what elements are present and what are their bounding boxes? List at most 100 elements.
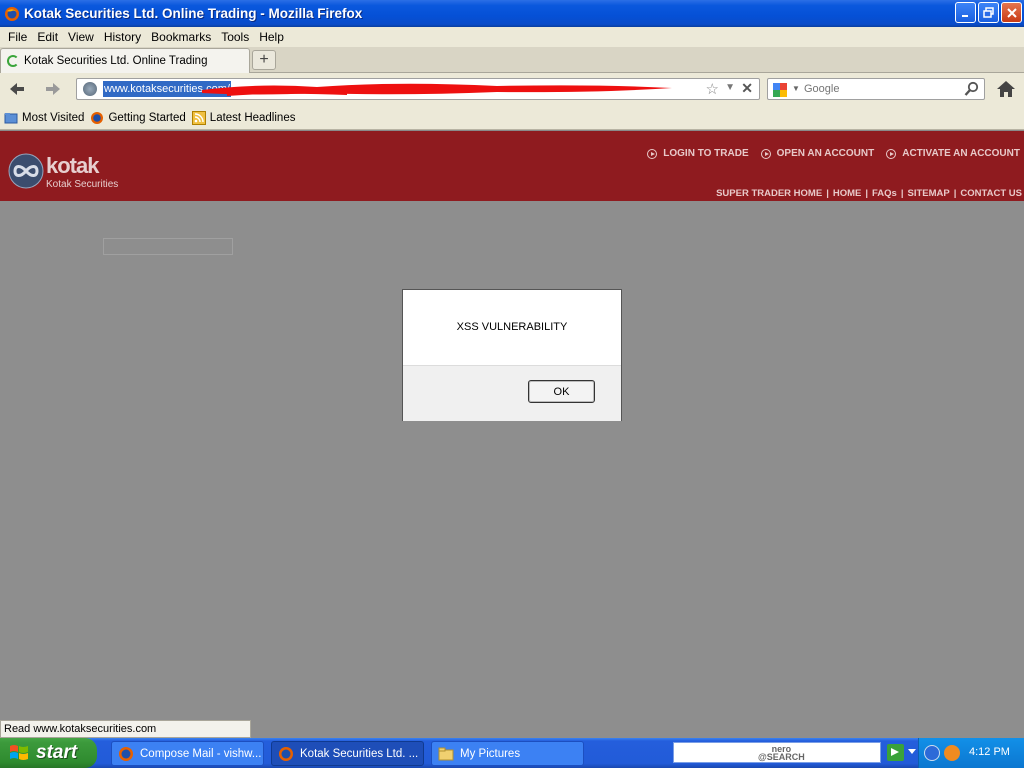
faqs-link[interactable]: FAQs [872, 188, 897, 199]
kotak-logo[interactable]: kotak Kotak Securities [8, 151, 118, 193]
super-trader-home-link[interactable]: SUPER TRADER HOME [716, 188, 822, 199]
system-tray: 4:12 PM [918, 738, 1024, 768]
minimize-button[interactable] [955, 2, 976, 23]
logo-word: kotak [46, 153, 99, 178]
forward-arrow-icon [46, 83, 60, 95]
menu-view[interactable]: View [68, 30, 94, 44]
top-links: LOGIN TO TRADE OPEN AN ACCOUNT ACTIVATE … [647, 148, 1020, 159]
bookmark-most-visited[interactable]: Most Visited [4, 111, 84, 125]
bookmarks-toolbar: Most Visited Getting Started Latest Head… [0, 106, 1024, 130]
tab-strip: Kotak Securities Ltd. Online Trading + [0, 47, 1024, 73]
status-bar: Read www.kotaksecurities.com [0, 720, 251, 738]
contact-us-link[interactable]: CONTACT US [960, 188, 1022, 199]
start-label: start [36, 742, 78, 763]
url-history-dropdown-icon[interactable]: ▼ [725, 82, 735, 93]
new-tab-button[interactable]: + [252, 50, 276, 70]
search-input[interactable] [802, 81, 952, 97]
rss-feed-icon [191, 110, 206, 125]
forward-button[interactable] [42, 79, 64, 99]
taskbar-item-label: Compose Mail - vishw... [140, 747, 262, 760]
window-title: Kotak Securities Ltd. Online Trading - M… [24, 6, 363, 21]
play-circle-icon [647, 148, 658, 159]
site-header: kotak Kotak Securities LOGIN TO TRADE OP… [0, 131, 1024, 201]
menu-bookmarks[interactable]: Bookmarks [151, 30, 211, 44]
link-separator: | [865, 188, 869, 199]
status-bar-fill [251, 720, 1024, 738]
bookmark-star-icon[interactable]: ☆ [706, 80, 719, 98]
open-an-account-link[interactable]: OPEN AN ACCOUNT [760, 148, 875, 159]
firefox-icon [279, 746, 293, 761]
loading-spinner-icon [7, 55, 19, 67]
play-circle-icon [886, 148, 897, 159]
globe-icon [83, 82, 97, 96]
empty-input-box[interactable] [103, 238, 233, 255]
tray-app-icon[interactable] [944, 745, 960, 761]
home-icon[interactable] [995, 79, 1017, 99]
close-icon [1006, 7, 1017, 18]
alert-dialog: XSS VULNERABILITY OK [402, 289, 622, 421]
back-arrow-icon [10, 83, 24, 95]
nero-search-box[interactable]: nero @SEARCH [673, 742, 881, 763]
menu-help[interactable]: Help [259, 30, 284, 44]
tab-title: Kotak Securities Ltd. Online Trading [24, 55, 208, 67]
alert-footer: OK [403, 365, 621, 421]
taskbar-item-kotak[interactable]: Kotak Securities Ltd. ... [271, 741, 424, 766]
magnifier-icon[interactable] [964, 81, 980, 97]
red-redaction-scribble [202, 83, 672, 96]
nero-search-logo: nero @SEARCH [758, 744, 805, 762]
search-engine-dropdown-icon[interactable]: ▼ [792, 84, 800, 93]
logo-subtitle: Kotak Securities [46, 179, 119, 190]
secondary-links: SUPER TRADER HOME | HOME | FAQs | SITEMA… [716, 188, 1022, 199]
restore-icon [982, 6, 994, 18]
link-label: ACTIVATE AN ACCOUNT [902, 148, 1020, 159]
menu-file[interactable]: File [8, 30, 27, 44]
kotak-infinity-logo-icon [8, 153, 44, 189]
bookmark-label: Most Visited [22, 111, 85, 124]
bookmark-label: Getting Started [108, 111, 186, 124]
taskbar-dropdown-icon[interactable] [908, 749, 916, 754]
link-label: OPEN AN ACCOUNT [776, 148, 875, 159]
tab-kotak[interactable]: Kotak Securities Ltd. Online Trading [0, 48, 250, 73]
taskbar-item-label: My Pictures [460, 747, 521, 760]
taskbar-item-my-pictures[interactable]: My Pictures [431, 741, 584, 766]
search-bar[interactable]: ▼ [767, 78, 985, 100]
menu-tools[interactable]: Tools [221, 30, 249, 44]
menu-history[interactable]: History [104, 30, 141, 44]
home-link[interactable]: HOME [833, 188, 862, 199]
firefox-icon [91, 111, 104, 124]
menu-edit[interactable]: Edit [37, 30, 58, 44]
bookmark-getting-started[interactable]: Getting Started [90, 111, 186, 125]
minimize-icon [961, 14, 968, 17]
address-bar[interactable]: www.kotaksecurities.com/ ☆ ▼ ✕ [76, 78, 760, 100]
restore-button[interactable] [978, 2, 999, 23]
link-label: LOGIN TO TRADE [663, 148, 749, 159]
menu-bar: File Edit View History Bookmarks Tools H… [0, 27, 1024, 47]
link-separator: | [826, 188, 829, 199]
link-separator: | [953, 188, 957, 199]
taskbar-item-label: Kotak Securities Ltd. ... [300, 747, 419, 760]
close-window-button[interactable] [1001, 2, 1022, 23]
firefox-icon [119, 746, 133, 761]
windows-flag-icon [10, 745, 28, 760]
sitemap-link[interactable]: SITEMAP [908, 188, 950, 199]
navigation-toolbar: www.kotaksecurities.com/ ☆ ▼ ✕ ▼ [0, 73, 1024, 106]
bookmark-label: Latest Headlines [209, 111, 296, 124]
nero-search-go-button[interactable] [887, 744, 904, 761]
back-button[interactable] [6, 79, 28, 99]
login-to-trade-link[interactable]: LOGIN TO TRADE [647, 148, 749, 159]
tray-chevron-icon[interactable] [924, 745, 940, 761]
folder-icon [4, 112, 18, 123]
page-content: kotak Kotak Securities LOGIN TO TRADE OP… [0, 131, 1024, 720]
clock: 4:12 PM [969, 746, 1010, 758]
window-title-bar: Kotak Securities Ltd. Online Trading - M… [0, 0, 1024, 27]
play-circle-icon [760, 148, 771, 159]
link-separator: | [900, 188, 904, 199]
activate-an-account-link[interactable]: ACTIVATE AN ACCOUNT [886, 148, 1020, 159]
stop-icon[interactable]: ✕ [741, 80, 753, 97]
start-button[interactable]: start [0, 738, 97, 768]
alert-message: XSS VULNERABILITY [456, 321, 568, 333]
firefox-icon [5, 6, 19, 21]
bookmark-latest-headlines[interactable]: Latest Headlines [191, 110, 296, 125]
taskbar-item-compose-mail[interactable]: Compose Mail - vishw... [111, 741, 264, 766]
ok-button[interactable]: OK [528, 380, 595, 403]
